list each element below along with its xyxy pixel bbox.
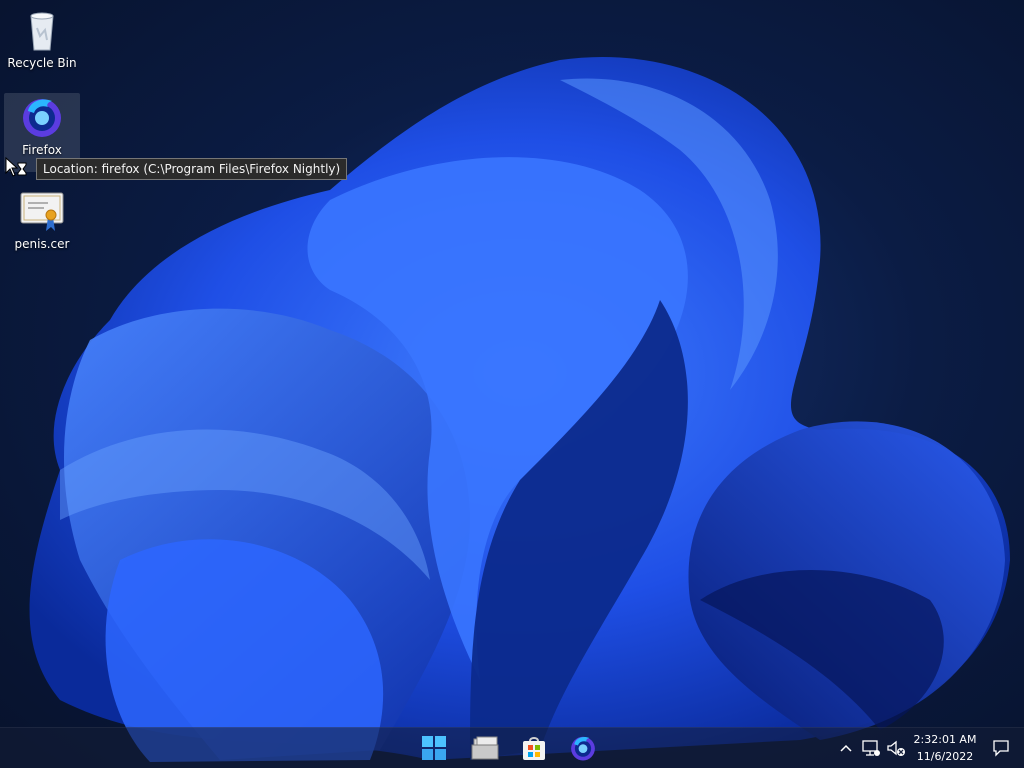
- taskbar-microsoft-store[interactable]: [518, 732, 550, 764]
- windows-start-icon: [422, 736, 446, 760]
- icon-tooltip: Location: firefox (C:\Program Files\Fire…: [36, 158, 348, 180]
- taskbar: 2:32:01 AM 11/6/2022: [0, 727, 1024, 768]
- desktop-icon-label: penis.cer: [14, 237, 70, 251]
- volume-muted-icon[interactable]: [886, 738, 906, 758]
- chevron-up-icon[interactable]: [836, 738, 856, 758]
- folder-icon: [471, 736, 499, 760]
- clock-date: 11/6/2022: [916, 750, 974, 763]
- notification-icon[interactable]: [991, 738, 1011, 758]
- system-clock[interactable]: 2:32:01 AM 11/6/2022: [908, 731, 982, 765]
- desktop-icon-label: Recycle Bin: [7, 56, 77, 70]
- recycle-bin-icon: [30, 12, 54, 51]
- network-icon[interactable]: [861, 738, 881, 758]
- start-button[interactable]: [418, 732, 450, 764]
- desktop-icon-recycle-bin[interactable]: Recycle Bin: [4, 6, 80, 71]
- certificate-icon: [20, 192, 64, 231]
- taskbar-firefox[interactable]: [567, 732, 599, 764]
- taskbar-file-explorer[interactable]: [469, 732, 501, 764]
- store-bag-icon: [523, 737, 545, 760]
- desktop-icon-certificate[interactable]: penis.cer: [4, 187, 80, 252]
- clock-time: 2:32:01 AM: [913, 733, 977, 746]
- desktop-wallpaper: [29, 56, 1010, 762]
- desktop-icon-label: Firefox: [22, 143, 62, 157]
- firefox-icon: [571, 736, 595, 761]
- firefox-icon: [23, 99, 61, 137]
- busy-cursor-icon: [5, 157, 27, 177]
